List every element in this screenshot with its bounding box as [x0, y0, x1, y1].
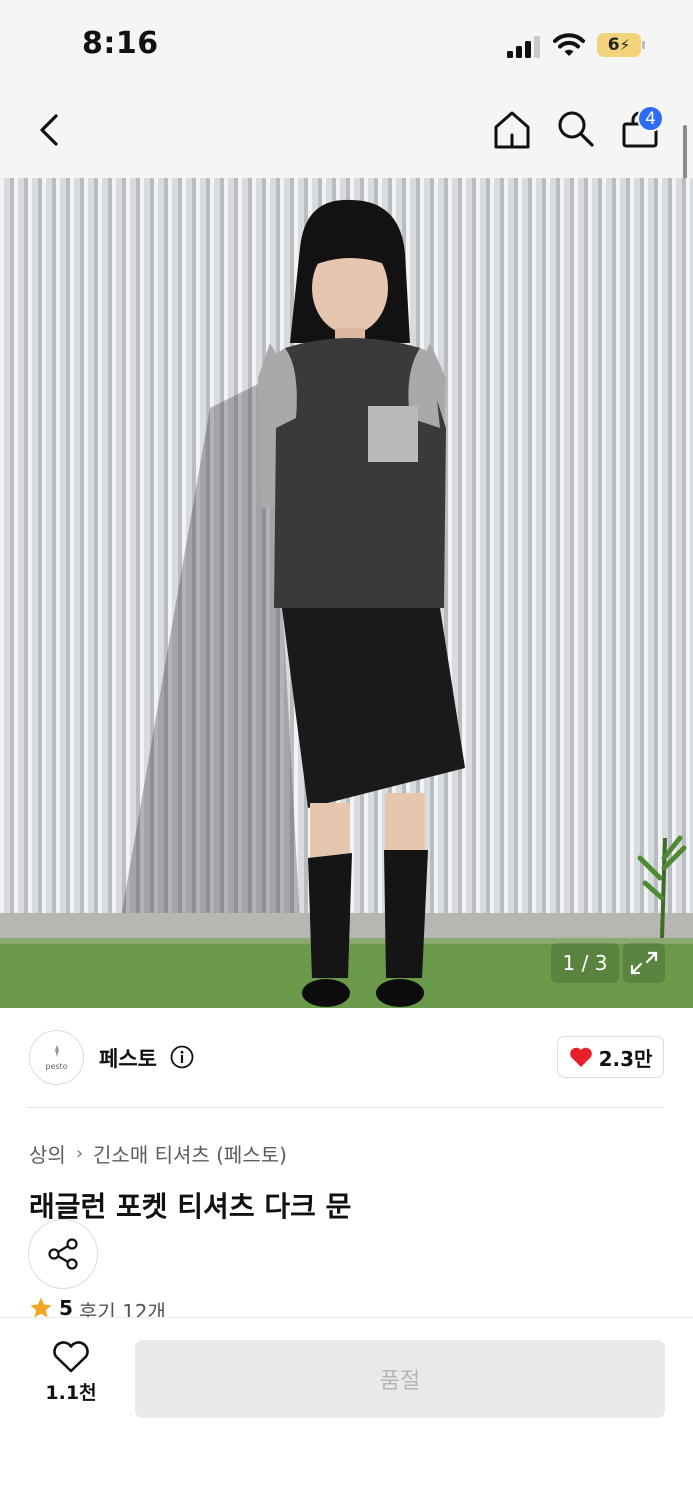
share-button[interactable] [28, 1219, 98, 1289]
status-time: 8:16 [82, 26, 159, 61]
star-icon [30, 1297, 52, 1318]
heart-filled-icon [569, 1047, 592, 1067]
image-counter: 1 / 3 [551, 943, 619, 983]
chevron-right-icon: › [75, 1143, 84, 1164]
brand-like-button[interactable]: 2.3만 [557, 1036, 664, 1078]
review-count: 후기 12개 [78, 1300, 166, 1318]
product-photo [0, 178, 693, 1008]
cart-count-badge: 4 [637, 105, 664, 132]
info-icon[interactable] [170, 1045, 194, 1069]
back-button[interactable] [30, 110, 70, 150]
wishlist-button[interactable]: 1.1천 [30, 1340, 112, 1420]
battery-level: 6 [607, 35, 620, 55]
expand-icon [630, 951, 658, 975]
cellular-signal-icon [507, 36, 540, 58]
brand-logo-mark [54, 1045, 59, 1057]
soldout-button[interactable]: 품절 [135, 1340, 665, 1418]
search-button[interactable] [555, 108, 597, 150]
divider [28, 1107, 664, 1108]
brand-name[interactable]: 페스토 [99, 1043, 157, 1073]
wishlist-count: 1.1천 [45, 1382, 97, 1404]
breadcrumb: 상의 › 긴소매 티셔츠 (페스토) [29, 1139, 287, 1168]
product-image[interactable] [0, 178, 693, 1008]
battery-icon: 6 ⚡ [597, 33, 647, 59]
brand-logo[interactable]: pesto [29, 1030, 84, 1085]
brand-logo-text: pesto [45, 1062, 68, 1071]
home-button[interactable] [490, 108, 534, 152]
nav-bar [0, 90, 693, 178]
wifi-icon [553, 33, 585, 56]
brand-like-count: 2.3만 [598, 1046, 653, 1071]
expand-image-button[interactable] [623, 943, 665, 983]
rating-row[interactable]: 5 후기 12개 [29, 1296, 166, 1318]
heart-outline-icon [53, 1341, 89, 1373]
status-bar: 8:16 6 ⚡ [0, 0, 693, 90]
breadcrumb-subcategory[interactable]: 긴소매 티셔츠 (페스토) [93, 1139, 287, 1168]
share-icon [48, 1238, 78, 1270]
product-title: 래글런 포켓 티셔츠 다크 문 [29, 1190, 352, 1223]
rating-score: 5 [59, 1296, 73, 1318]
breadcrumb-category[interactable]: 상의 [29, 1139, 66, 1168]
